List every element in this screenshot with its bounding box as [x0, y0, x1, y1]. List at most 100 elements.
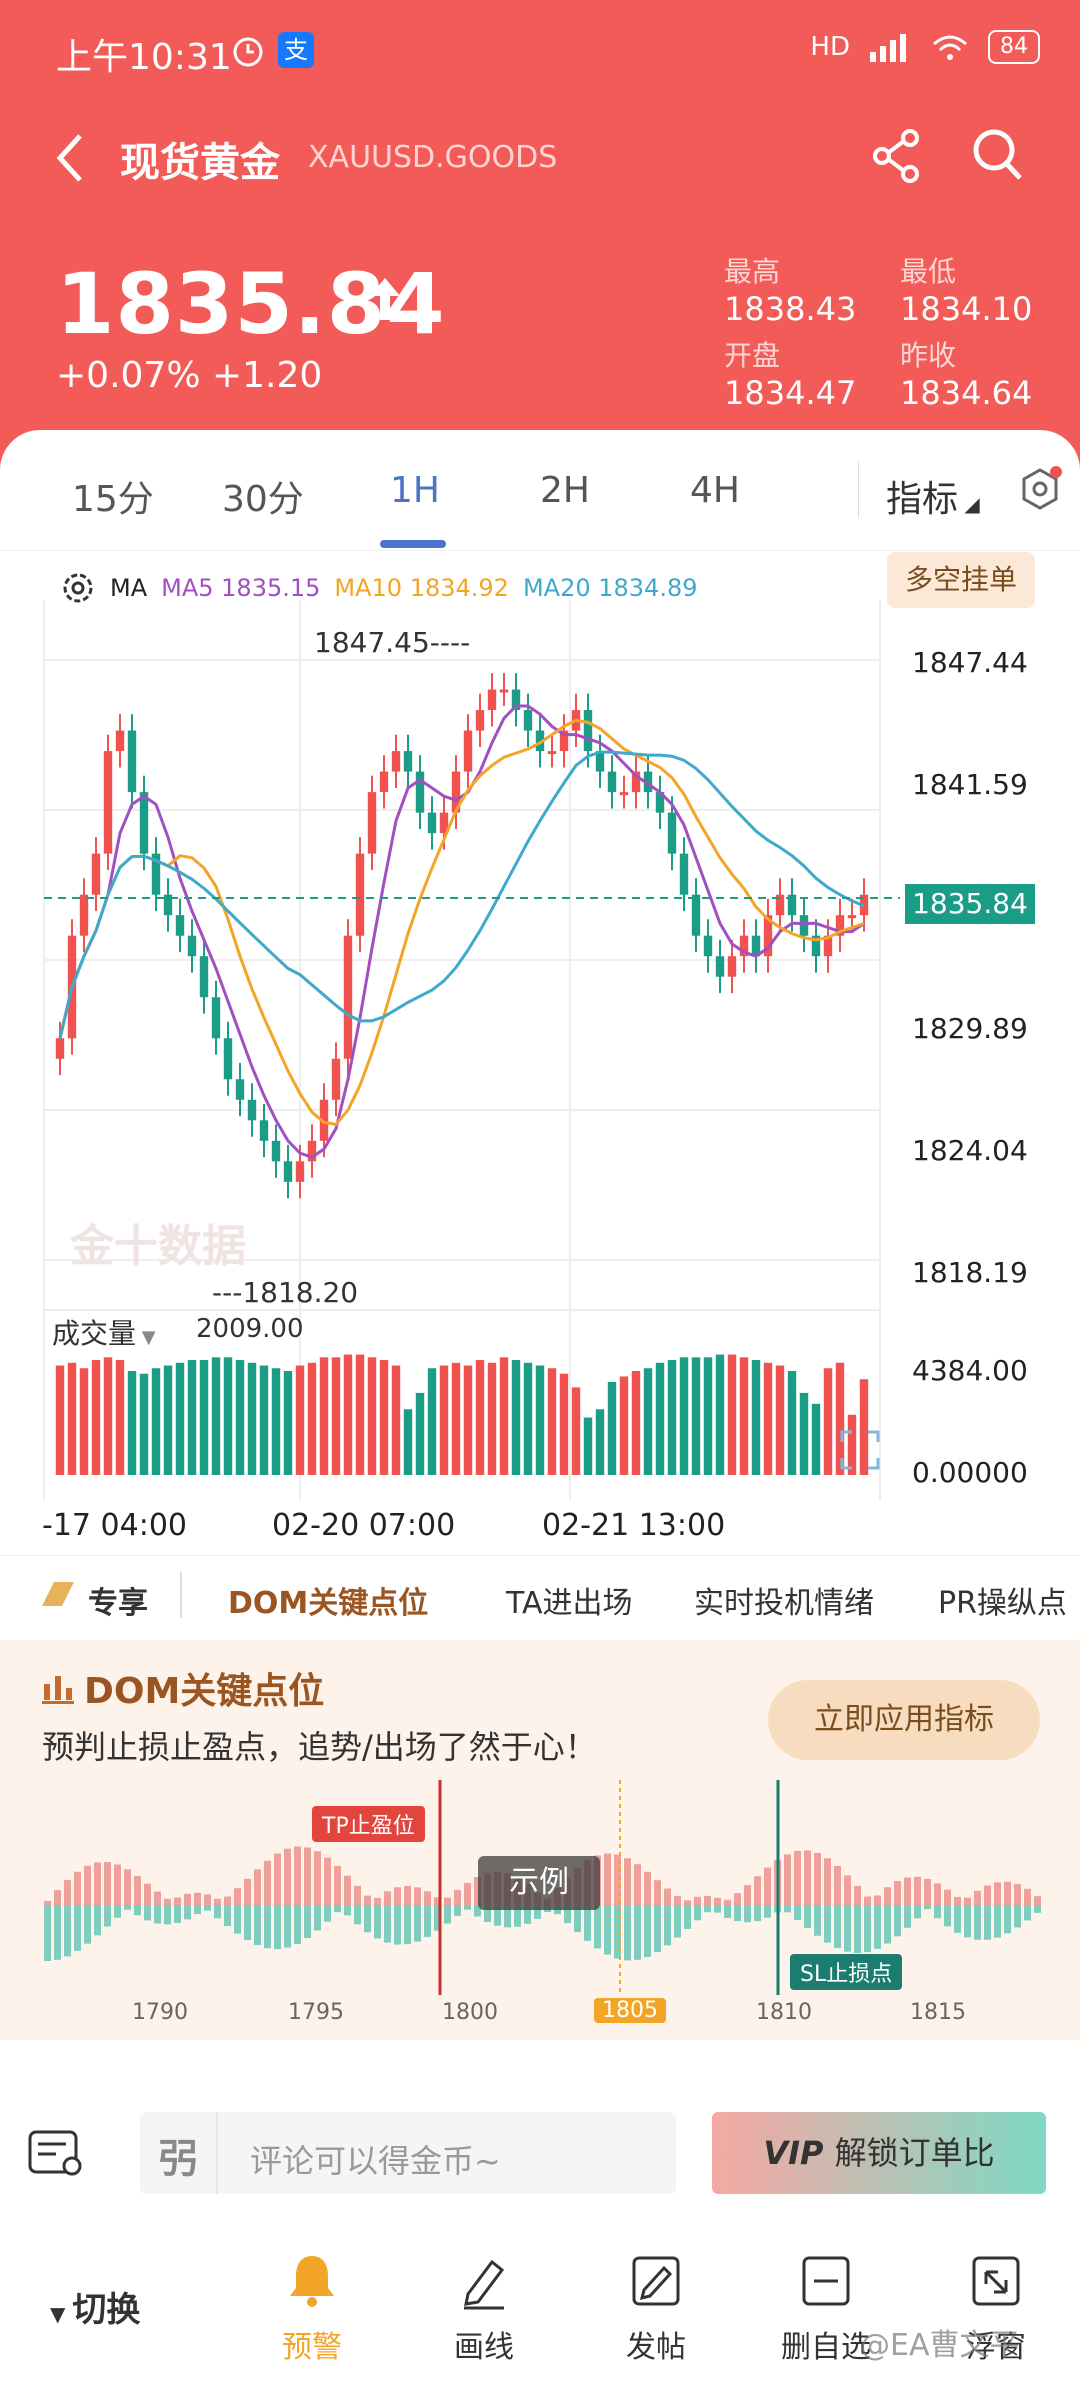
dom-bar-down — [444, 1905, 451, 1924]
candle-body — [715, 956, 725, 977]
volume-bar — [463, 1365, 473, 1475]
dom-bar-up — [1004, 1881, 1011, 1905]
candle-body — [547, 751, 557, 755]
dom-bar-up — [234, 1888, 241, 1905]
dom-bar-down — [74, 1905, 81, 1951]
volume-bar — [103, 1357, 113, 1475]
unlock-order-ratio-button[interactable]: VIP 解锁订单比 — [712, 2112, 1046, 2194]
author-watermark: @EA曹文平 — [860, 2328, 1020, 2363]
switch-label: 切换 — [72, 2290, 141, 2330]
volume-bar — [67, 1362, 77, 1475]
dom-bar-down — [904, 1905, 911, 1928]
dom-bar-down — [624, 1905, 631, 1961]
contract-icon[interactable] — [26, 2126, 86, 2186]
indicator-menu[interactable]: 指标 ◢ — [886, 470, 980, 522]
dom-bar-down — [304, 1905, 311, 1939]
dom-bar-down — [374, 1905, 381, 1939]
vip-icon: VIP — [763, 2134, 835, 2172]
feature-tab-sentiment[interactable]: 实时投机情绪 — [694, 1578, 874, 1622]
dom-bar-down — [714, 1905, 721, 1913]
apply-indicator-button[interactable]: 立即应用指标 — [768, 1680, 1040, 1760]
volume-bar — [703, 1357, 713, 1475]
toolbar-draw[interactable]: 画线 — [424, 2250, 544, 2366]
candle-body — [79, 894, 89, 936]
share-icon[interactable] — [870, 128, 922, 188]
volume-bar — [691, 1357, 701, 1475]
volume-bar — [667, 1360, 677, 1475]
candle-body — [391, 751, 401, 772]
dom-bar-up — [824, 1858, 831, 1905]
feature-tab-ta[interactable]: TA进出场 — [506, 1578, 633, 1622]
dom-bar-up — [794, 1850, 801, 1905]
edit-icon — [632, 2256, 680, 2306]
dom-bar-up — [314, 1851, 321, 1905]
candle-body — [139, 792, 149, 854]
feature-tab-dom[interactable]: DOM关键点位 — [228, 1578, 428, 1622]
dom-bar-down — [654, 1905, 661, 1953]
dom-bar-up — [274, 1853, 281, 1905]
dom-bar-up — [424, 1891, 431, 1905]
volume-bar — [223, 1357, 233, 1475]
candle-body — [799, 915, 809, 936]
toolbar-post[interactable]: 发帖 — [596, 2250, 716, 2366]
tab-15m[interactable]: 15分 — [72, 470, 154, 522]
volume-bar — [151, 1368, 161, 1475]
stat-value: 1838.43 — [724, 290, 857, 328]
toolbar-alert[interactable]: 预警 — [252, 2250, 372, 2366]
tab-2h[interactable]: 2H — [540, 470, 590, 511]
dom-bar-up — [164, 1898, 171, 1905]
volume-value: 2009.00 — [196, 1314, 304, 1344]
tab-30m[interactable]: 30分 — [222, 470, 304, 522]
dom-bar-up — [294, 1846, 301, 1905]
dom-bar-down — [164, 1905, 171, 1925]
dom-bar-up — [74, 1871, 81, 1905]
volume-bar — [283, 1370, 293, 1475]
dom-bar-up — [394, 1887, 401, 1905]
dom-x-tick: 1795 — [288, 2000, 344, 2025]
dom-bar-up — [134, 1875, 141, 1905]
dom-bar-down — [994, 1905, 1001, 1938]
low-marker: ---1818.20 — [212, 1276, 359, 1309]
feature-tab-pr[interactable]: PR操纵点 — [938, 1578, 1067, 1622]
dom-bar-up — [214, 1898, 221, 1905]
volume-bar — [799, 1392, 809, 1475]
dom-bar-down — [754, 1905, 761, 1922]
back-icon[interactable] — [50, 128, 90, 192]
candle-body — [247, 1099, 257, 1121]
candle-body — [463, 730, 473, 772]
dom-bar-up — [604, 1853, 611, 1905]
dom-bar-up — [954, 1896, 961, 1905]
fullscreen-icon[interactable] — [838, 1428, 882, 1476]
stat-label: 昨收 — [900, 339, 957, 372]
pen-icon — [464, 2259, 505, 2310]
ma-label: MA — [110, 574, 148, 602]
feature-tab-exclusive[interactable]: 专享 — [88, 1578, 148, 1622]
dom-bar-down — [84, 1905, 91, 1944]
dom-bar-up — [874, 1895, 881, 1905]
volume-selector[interactable]: 成交量 ▼ — [52, 1312, 156, 1352]
tab-1h[interactable]: 1H — [390, 470, 440, 511]
volume-bar — [547, 1368, 557, 1475]
wifi-icon — [933, 35, 967, 60]
dom-bar-up — [914, 1876, 921, 1905]
dom-bar-up — [804, 1850, 811, 1905]
dom-bar-up — [1034, 1896, 1041, 1905]
candle-body — [115, 730, 125, 752]
dom-bar-up — [64, 1880, 71, 1905]
dom-bar-down — [244, 1905, 251, 1941]
volume-bar — [763, 1362, 773, 1475]
dom-bar-down — [154, 1905, 161, 1924]
alipay-icon: 支 — [278, 32, 314, 68]
switch-button[interactable]: ▼ 切换 — [50, 2282, 140, 2331]
dom-bar-up — [154, 1891, 161, 1905]
tab-4h[interactable]: 4H — [690, 470, 740, 511]
float-window-icon — [972, 2256, 1020, 2306]
dom-bar-down — [234, 1905, 241, 1934]
dom-bar-down — [924, 1905, 931, 1910]
search-icon[interactable] — [970, 126, 1026, 188]
volume-bar — [319, 1357, 329, 1475]
low-marker-value: 1818.20 — [242, 1276, 359, 1309]
candle-body — [367, 792, 377, 854]
settings-icon[interactable] — [1018, 466, 1062, 518]
signal-icon — [870, 34, 906, 62]
